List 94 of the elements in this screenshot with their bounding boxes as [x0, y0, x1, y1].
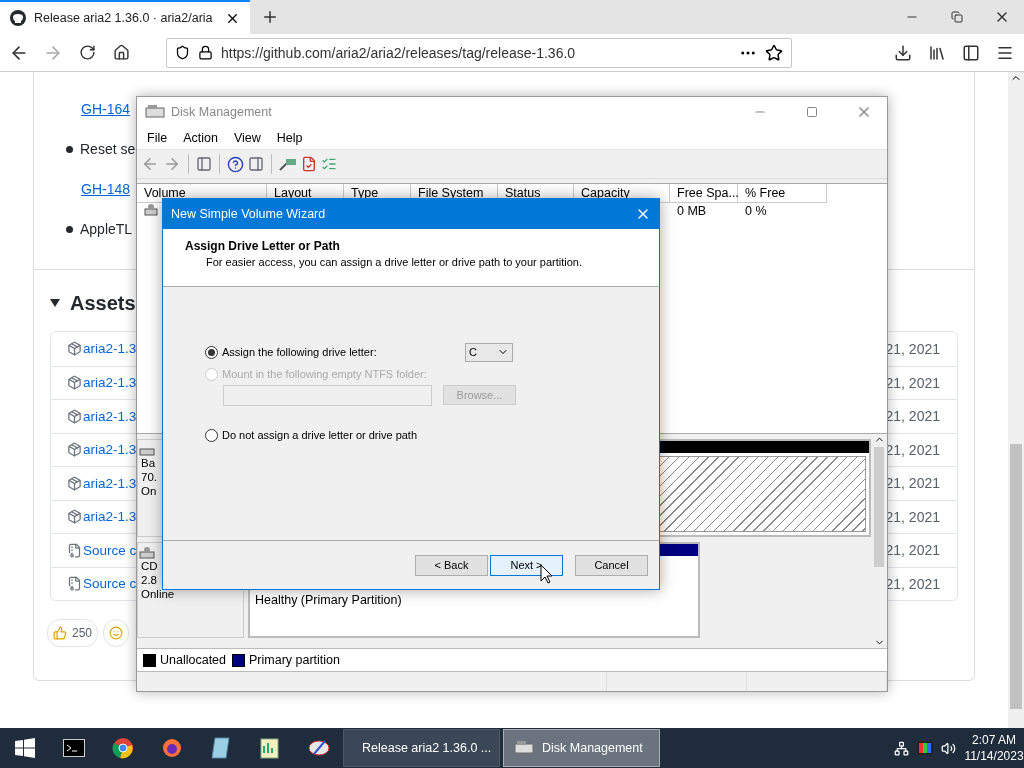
tab-title: Release aria2 1.36.0 · aria2/aria — [34, 11, 214, 25]
url-text: https://github.com/aria2/aria2/releases/tag/release-1.36.0 — [221, 44, 577, 61]
speaker-icon[interactable] — [941, 740, 956, 756]
disk-info-text: CD — [141, 559, 158, 573]
lock-icon — [198, 45, 213, 60]
maximize-icon[interactable] — [806, 106, 818, 118]
asset-link[interactable]: aria2-1.3 — [83, 475, 137, 491]
restore-icon[interactable] — [950, 11, 963, 23]
shield-icon[interactable] — [175, 45, 190, 60]
package-icon — [67, 408, 82, 424]
dialog-button[interactable]: < Back — [415, 554, 488, 576]
note-text: AppleTL — [80, 221, 133, 237]
menu-item[interactable]: Action — [175, 131, 226, 145]
disk-info-text: 70. — [141, 470, 157, 484]
bullet-icon — [66, 145, 73, 153]
clock[interactable]: 2:07 AM 11/14/2023 — [964, 732, 1024, 764]
sidebar-icon[interactable] — [962, 43, 980, 62]
disk-drive-icon — [514, 740, 534, 756]
panel-icon[interactable] — [248, 156, 264, 172]
page-scrollbar[interactable] — [1008, 72, 1024, 728]
package-icon — [67, 341, 82, 357]
radio-button[interactable] — [205, 345, 218, 359]
mouse-cursor-icon — [540, 564, 553, 584]
notepad-icon[interactable] — [210, 737, 231, 759]
step-heading: Assign Drive Letter or Path — [185, 239, 341, 253]
assets-heading: Assets — [70, 291, 136, 315]
paint-icon[interactable] — [307, 738, 330, 758]
asset-link[interactable]: aria2-1.3 — [83, 408, 137, 424]
color-monitor-icon[interactable] — [917, 741, 933, 755]
asset-link[interactable]: aria2-1.3 — [83, 442, 137, 458]
dialog-button[interactable]: Cancel — [575, 554, 648, 576]
reaction-button[interactable]: 250 — [47, 619, 99, 647]
legend-label: Primary partition — [249, 653, 340, 667]
option-label: Do not assign a drive letter or drive path — [222, 429, 418, 441]
library-icon[interactable] — [928, 43, 946, 62]
thumbs-up-icon — [53, 626, 67, 640]
package-icon — [67, 442, 82, 458]
disk-drive-icon — [145, 104, 165, 120]
package-icon — [67, 509, 82, 525]
package-icon — [67, 475, 82, 491]
asset-link[interactable]: aria2-1.3 — [83, 509, 137, 525]
archive-file-icon — [67, 576, 82, 592]
asset-link[interactable]: aria2-1.3 — [83, 375, 137, 391]
step-description: For easier access, you can assign a drive letter or drive path to your partition. — [206, 256, 583, 268]
table-cell-text: 0 % — [744, 204, 768, 218]
table-cell-text: 0 MB — [676, 204, 708, 218]
radio-button[interactable] — [205, 428, 218, 442]
taskbar-window-button[interactable]: Disk Management — [503, 729, 660, 767]
disk-drive-icon — [144, 203, 158, 216]
bookmark-star-icon[interactable] — [765, 43, 783, 62]
archive-file-icon — [67, 542, 82, 558]
smile-icon — [109, 626, 124, 640]
option-label: Mount in the following empty NTFS folder: — [222, 368, 427, 380]
menu-item[interactable]: Help — [268, 131, 311, 145]
bullet-icon — [66, 225, 73, 233]
menu-item[interactable]: File — [139, 131, 176, 145]
asset-link[interactable]: Source c — [83, 542, 137, 558]
firefox-icon — [161, 738, 182, 758]
column-header[interactable]: Free Spa... — [670, 184, 738, 203]
option-label: Assign the following drive letter: — [222, 346, 378, 358]
chrome-icon[interactable] — [111, 737, 134, 759]
checked-document-icon[interactable] — [301, 156, 317, 172]
network-icon[interactable] — [894, 740, 909, 756]
disk-info-text: 2.8 — [141, 573, 157, 587]
browser-tab[interactable]: Release aria2 1.36.0 · aria2/aria — [0, 0, 250, 34]
home-icon[interactable] — [112, 44, 130, 61]
disk-info-text: On — [141, 484, 157, 498]
new-tab-icon[interactable] — [261, 8, 279, 26]
terminal-icon[interactable] — [62, 739, 85, 757]
column-header[interactable]: % Free — [738, 184, 827, 203]
chart-document-icon[interactable] — [259, 737, 280, 759]
window-title: Disk Management — [171, 105, 273, 119]
package-icon — [67, 375, 82, 391]
taskbar-window-button[interactable]: Release aria2 1.36.0 ... — [343, 729, 500, 767]
dialog-title: New Simple Volume Wizard — [171, 207, 327, 221]
reload-icon[interactable] — [78, 44, 96, 61]
issue-link[interactable]: GH-148 — [81, 181, 131, 197]
checklist-icon[interactable] — [321, 156, 337, 172]
disk-info-text: Online — [141, 587, 175, 601]
download-icon[interactable] — [894, 43, 912, 62]
menu-item[interactable]: View — [225, 131, 269, 145]
disclosure-triangle-icon[interactable] — [50, 299, 60, 307]
asset-link[interactable]: Source c — [83, 576, 137, 592]
partition-status: Healthy (Primary Partition) — [255, 593, 402, 607]
note-text: Reset se — [80, 141, 136, 157]
help-icon[interactable] — [227, 155, 244, 173]
asset-link[interactable]: aria2-1.3 — [83, 341, 137, 357]
issue-link[interactable]: GH-164 — [81, 101, 131, 117]
panel-icon[interactable] — [196, 156, 212, 172]
drive-letter-dropdown[interactable]: C — [465, 342, 513, 362]
start-icon[interactable] — [14, 738, 35, 758]
legend-label: Unallocated — [160, 653, 226, 667]
address-bar[interactable]: https://github.com/aria2/aria2/releases/tag/release-1.36.0 — [166, 37, 792, 68]
disk-info-text: Ba — [141, 456, 156, 470]
